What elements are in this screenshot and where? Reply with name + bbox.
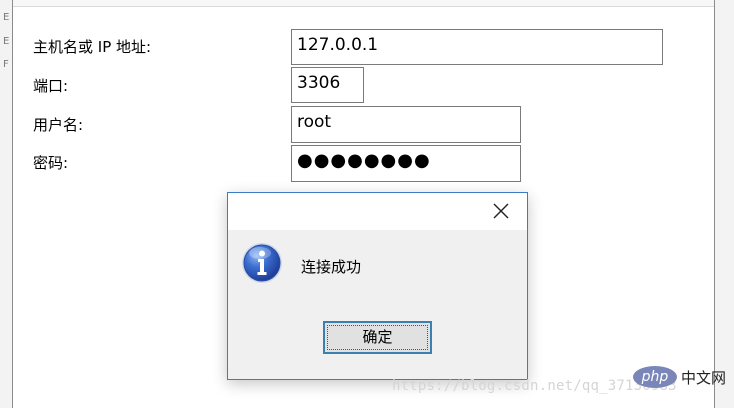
background-mark: E [3,36,10,47]
watermark-logo: php 中文网 [633,364,729,390]
host-label: 主机名或 IP 地址: [33,38,152,56]
ok-button[interactable]: 确定 [323,321,432,354]
password-label: 密码: [33,154,69,172]
dialog-titlebar [228,193,527,230]
username-label: 用户名: [33,116,84,134]
password-input[interactable]: ●●●●●●●● [291,145,521,182]
connection-panel-top-edge [13,0,714,7]
close-icon[interactable] [491,201,511,221]
php-logo-text: 中文网 [681,369,727,387]
background-mark: E [3,12,10,23]
port-label: 端口: [33,77,69,95]
background-window-strip: E E F [0,0,12,408]
username-input[interactable]: root [291,106,521,143]
dialog-message: 连接成功 [301,258,362,276]
background-window-strip-right [715,0,734,408]
info-icon [240,241,284,285]
background-mark: F [3,59,9,70]
php-logo-oval: php [633,366,677,388]
port-input[interactable]: 3306 [291,67,364,103]
host-input[interactable]: 127.0.0.1 [291,29,663,65]
dialog-body: 连接成功 确定 [228,230,527,379]
ok-button-label: 确定 [362,328,393,346]
message-dialog: 连接成功 确定 [227,192,528,380]
